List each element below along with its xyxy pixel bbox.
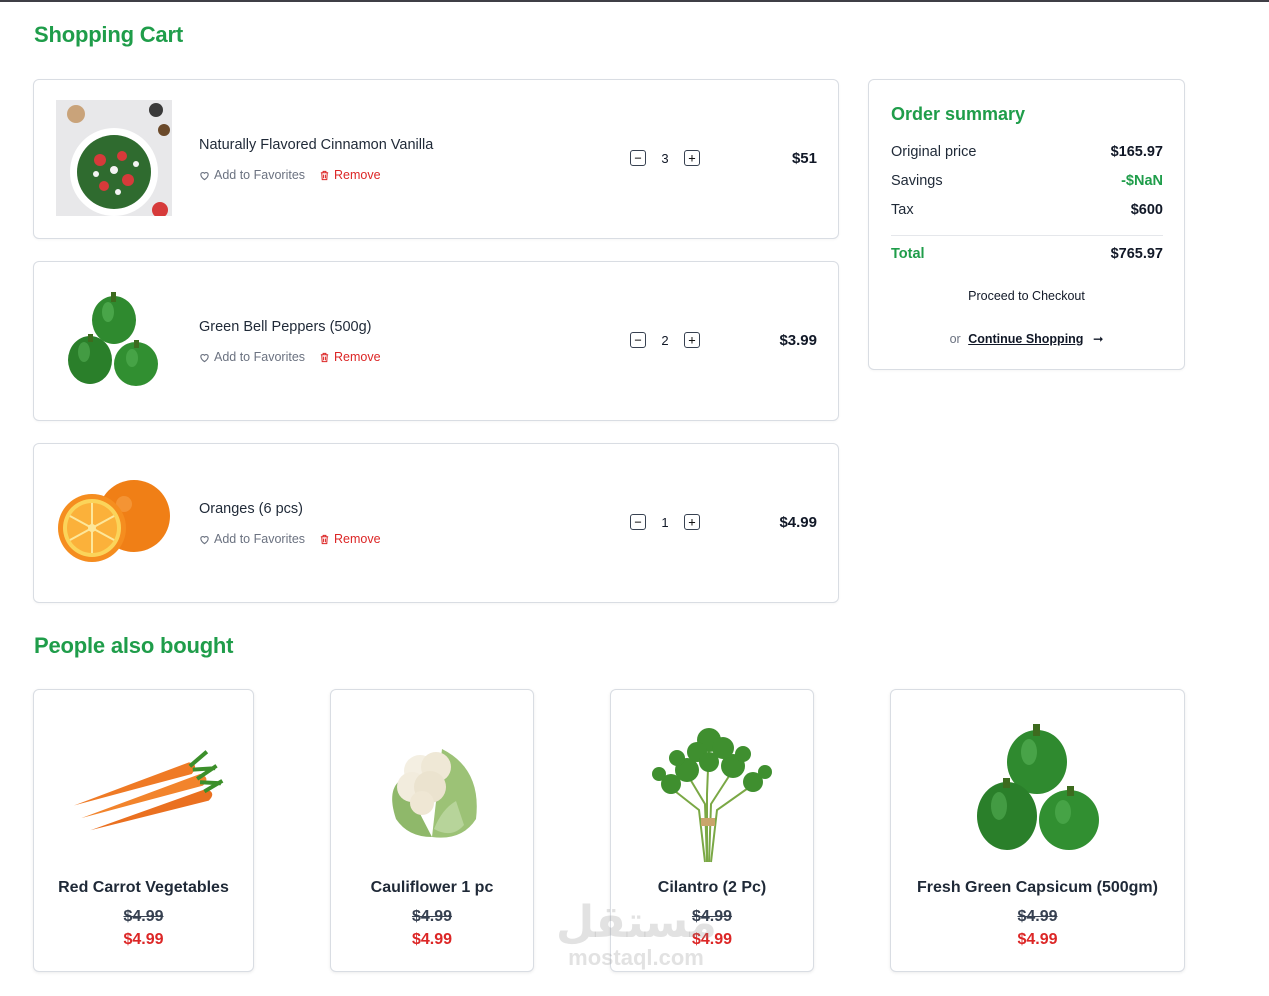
savings-label: Savings: [891, 173, 943, 189]
product-old-price: $4.99: [411, 908, 453, 925]
quantity-value: 1: [661, 514, 669, 530]
item-actions: Add to Favorites Remove: [199, 350, 381, 364]
green-peppers-image: [56, 282, 172, 398]
remove-button[interactable]: Remove: [319, 350, 381, 364]
remove-button[interactable]: Remove: [319, 168, 381, 182]
capsicum-image: [891, 714, 1184, 864]
cauliflower-image: [331, 714, 533, 864]
item-actions: Add to Favorites Remove: [199, 532, 381, 546]
remove-button[interactable]: Remove: [319, 532, 381, 546]
increment-button[interactable]: +: [684, 332, 700, 348]
item-name: Green Bell Peppers (500g): [199, 319, 372, 335]
cilantro-image: [611, 714, 813, 864]
product-old-price: $4.99: [123, 908, 164, 925]
trash-icon: [320, 170, 329, 180]
item-name: Oranges (6 pcs): [199, 501, 303, 517]
product-name: Cauliflower 1 pc: [370, 879, 494, 896]
original-price-value: $165.97: [1110, 144, 1163, 160]
add-to-favorites-button[interactable]: Add to Favorites: [199, 532, 305, 546]
continue-shopping-row: or Continue Shopping ➞: [869, 331, 1184, 346]
favorites-label: Add to Favorites: [214, 168, 306, 182]
trash-icon: [320, 352, 329, 362]
order-summary-card: Order summary Original price $165.97 Sav…: [868, 79, 1185, 370]
cart-item: Oranges (6 pcs) Add to Favorites Remove …: [33, 443, 839, 603]
continue-shopping-link[interactable]: Continue Shopping: [968, 332, 1083, 346]
arrow-right-icon: ➞: [1092, 332, 1104, 346]
product-new-price: $4.99: [123, 931, 164, 948]
total-value: $765.97: [1110, 246, 1163, 262]
remove-label: Remove: [334, 168, 381, 182]
increment-button[interactable]: +: [684, 150, 700, 166]
page-title: Shopping Cart: [34, 22, 183, 47]
add-to-favorites-button[interactable]: Add to Favorites: [199, 350, 305, 364]
increment-button[interactable]: +: [684, 514, 700, 530]
total-label: Total: [891, 246, 925, 262]
item-actions: Add to Favorites Remove: [199, 168, 381, 182]
proceed-to-checkout-button[interactable]: Proceed to Checkout: [869, 289, 1184, 303]
remove-label: Remove: [334, 350, 381, 364]
item-price: $4.99: [779, 514, 817, 531]
tax-row: Tax $600: [891, 202, 1163, 218]
favorites-label: Add to Favorites: [214, 350, 306, 364]
quantity-stepper: − 1 +: [630, 514, 700, 530]
cart-item: Green Bell Peppers (500g) Add to Favorit…: [33, 261, 839, 421]
total-row: Total $765.97: [891, 246, 1163, 262]
product-card[interactable]: Cauliflower 1 pc $4.99 $4.99: [330, 689, 534, 972]
product-new-price: $4.99: [411, 931, 453, 948]
decrement-button[interactable]: −: [630, 514, 646, 530]
product-old-price: $4.99: [1017, 908, 1058, 925]
quantity-stepper: − 2 +: [630, 332, 700, 348]
oranges-image: [56, 464, 172, 580]
heart-icon: [200, 171, 209, 180]
favorites-label: Add to Favorites: [214, 532, 306, 546]
product-card[interactable]: Fresh Green Capsicum (500gm) $4.99 $4.99: [890, 689, 1185, 972]
add-to-favorites-button[interactable]: Add to Favorites: [199, 168, 305, 182]
people-also-bought-title: People also bought: [34, 633, 234, 658]
quantity-value: 3: [661, 150, 669, 166]
summary-divider: [891, 235, 1163, 236]
or-label: or: [949, 332, 961, 346]
top-border: [0, 0, 1269, 2]
product-card[interactable]: Cilantro (2 Pc) $4.99 $4.99: [610, 689, 814, 972]
heart-icon: [200, 535, 209, 544]
savings-row: Savings -$NaN: [891, 173, 1163, 189]
item-price: $3.99: [779, 332, 817, 349]
quantity-value: 2: [661, 332, 669, 348]
carrots-image: [34, 714, 253, 864]
item-price: $51: [791, 150, 817, 167]
item-name: Naturally Flavored Cinnamon Vanilla: [199, 137, 434, 153]
product-name: Fresh Green Capsicum (500gm): [917, 879, 1158, 896]
product-new-price: $4.99: [1017, 931, 1058, 948]
heart-icon: [200, 353, 209, 362]
decrement-button[interactable]: −: [630, 332, 646, 348]
original-price-label: Original price: [891, 144, 977, 160]
quantity-stepper: − 3 +: [630, 150, 700, 166]
order-summary-title: Order summary: [891, 104, 1026, 124]
decrement-button[interactable]: −: [630, 150, 646, 166]
product-name: Cilantro (2 Pc): [657, 879, 767, 896]
tax-label: Tax: [891, 202, 914, 218]
original-price-row: Original price $165.97: [891, 144, 1163, 160]
product-name: Red Carrot Vegetables: [58, 879, 229, 896]
product-old-price: $4.99: [691, 908, 733, 925]
product-card[interactable]: Red Carrot Vegetables $4.99 $4.99: [33, 689, 254, 972]
salad-bowl-image: [56, 100, 172, 216]
cart-item: Naturally Flavored Cinnamon Vanilla Add …: [33, 79, 839, 239]
trash-icon: [320, 534, 329, 544]
product-new-price: $4.99: [691, 931, 733, 948]
tax-value: $600: [1130, 202, 1163, 218]
savings-value: -$NaN: [1121, 173, 1163, 189]
remove-label: Remove: [334, 532, 381, 546]
